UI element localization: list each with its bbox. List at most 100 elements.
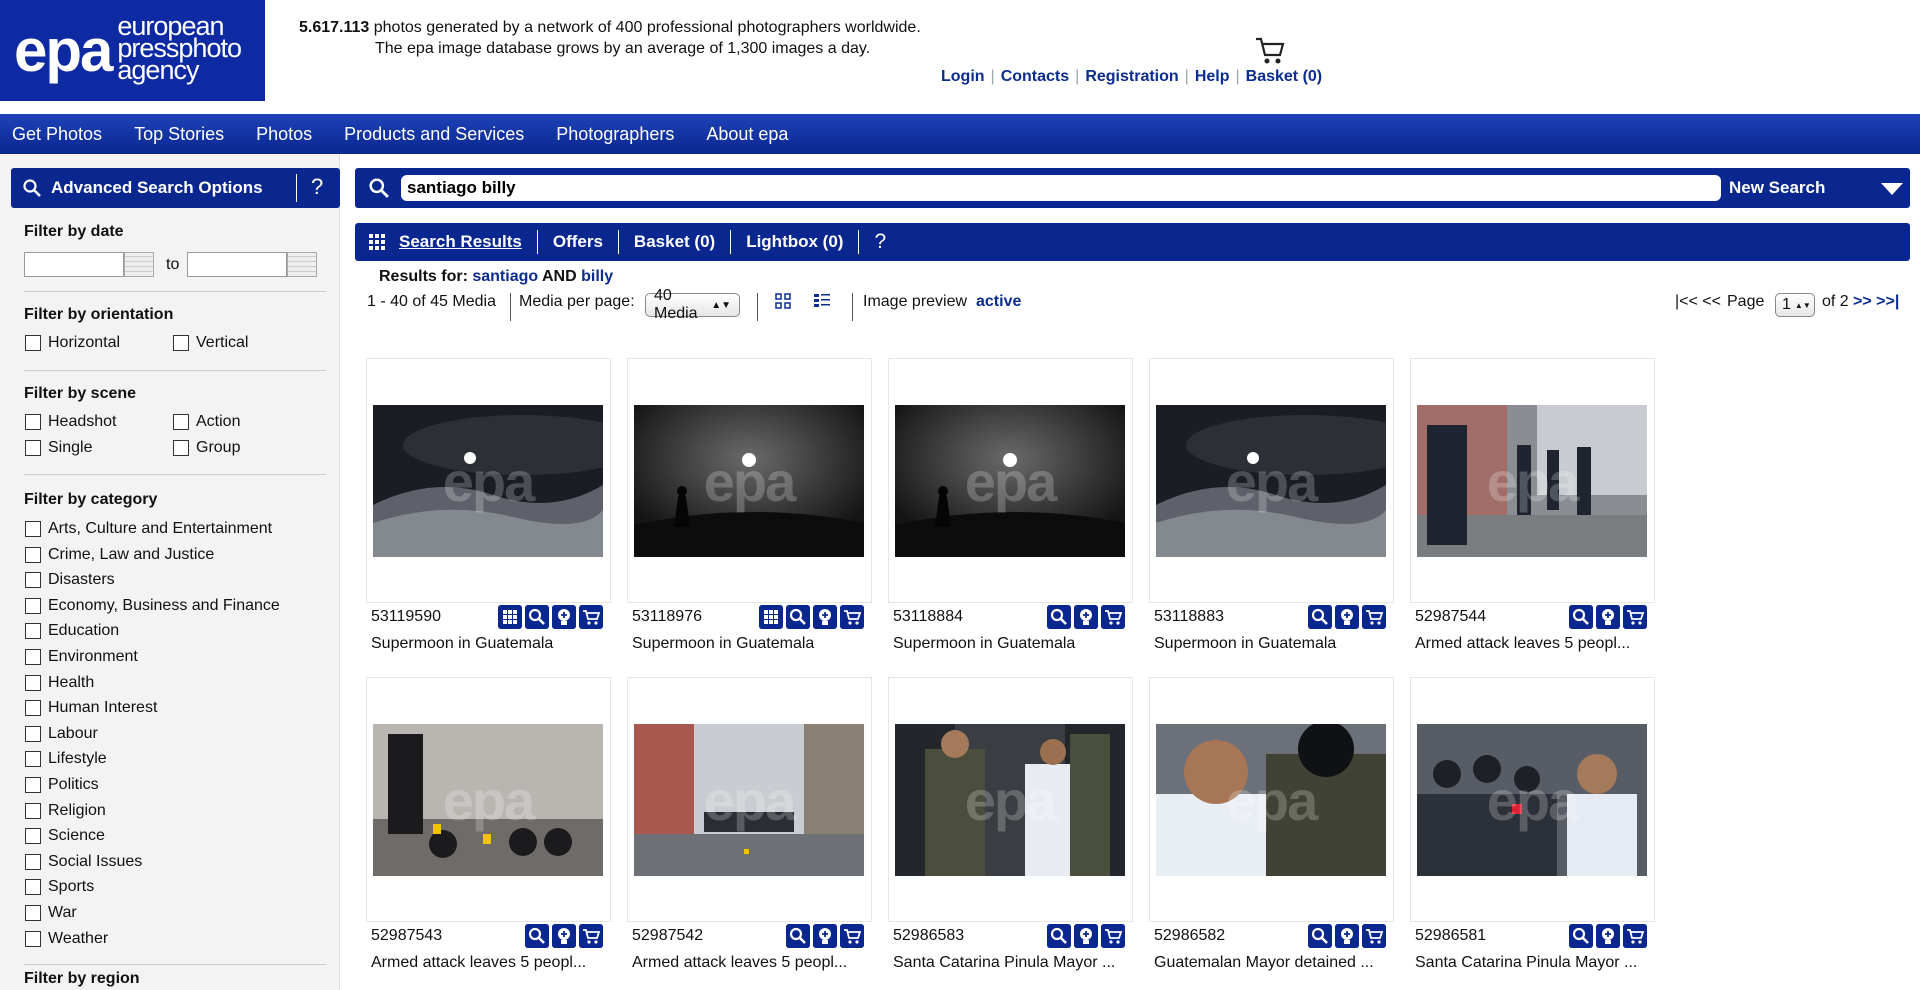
checkbox-box[interactable] xyxy=(25,879,41,896)
zoom-icon[interactable] xyxy=(786,605,810,629)
contacts-link[interactable]: Contacts xyxy=(1001,68,1069,86)
search-term[interactable]: billy xyxy=(581,268,613,285)
checkbox-group[interactable]: Group xyxy=(173,439,240,457)
checkbox-category[interactable]: Science xyxy=(25,827,105,845)
checkbox-category[interactable]: Economy, Business and Finance xyxy=(25,597,280,615)
checkbox-category[interactable]: Crime, Law and Justice xyxy=(25,546,214,564)
checkbox-box[interactable] xyxy=(25,700,41,717)
list-view-icon[interactable] xyxy=(814,293,830,309)
lightbox-icon[interactable] xyxy=(552,924,576,948)
photo-id[interactable]: 53118976 xyxy=(632,608,702,626)
lightbox-icon[interactable] xyxy=(1074,605,1098,629)
help-icon[interactable]: ? xyxy=(311,174,323,200)
checkbox-box[interactable] xyxy=(25,623,41,640)
photo-id[interactable]: 52986582 xyxy=(1154,927,1225,945)
calendar-icon[interactable] xyxy=(124,252,154,277)
checkbox-box[interactable] xyxy=(25,521,41,537)
per-page-select[interactable]: 40 Media ▲▼ xyxy=(645,287,740,322)
photo-caption[interactable]: Armed attack leaves 5 peopl... xyxy=(1415,635,1655,653)
zoom-icon[interactable] xyxy=(1308,924,1332,948)
page-first-prev[interactable]: |<< << xyxy=(1675,293,1721,311)
nav-products-services[interactable]: Products and Services xyxy=(344,124,524,145)
checkbox-box[interactable] xyxy=(25,828,41,845)
photo-card[interactable]: epa xyxy=(888,358,1133,603)
checkbox-category[interactable]: War xyxy=(25,904,77,922)
checkbox-box[interactable] xyxy=(25,853,41,870)
lightbox-icon[interactable] xyxy=(1596,605,1620,629)
photo-caption[interactable]: Guatemalan Mayor detained ... xyxy=(1154,954,1394,972)
nav-about-epa[interactable]: About epa xyxy=(706,124,788,145)
login-link[interactable]: Login xyxy=(941,68,985,86)
search-input[interactable] xyxy=(401,175,1721,201)
photo-id[interactable]: 53119590 xyxy=(371,608,441,626)
checkbox-box[interactable] xyxy=(25,649,41,665)
photo-card[interactable]: epa xyxy=(627,677,872,922)
zoom-icon[interactable] xyxy=(786,924,810,948)
zoom-icon[interactable] xyxy=(525,924,549,948)
checkbox-category[interactable]: Labour xyxy=(25,725,98,743)
checkbox-box[interactable] xyxy=(25,335,41,351)
tab-offers[interactable]: Offers xyxy=(536,230,618,254)
grid-icon[interactable] xyxy=(498,605,522,629)
add-to-cart-icon[interactable] xyxy=(579,605,603,629)
page-select[interactable]: 1 ▲▼ xyxy=(1775,293,1815,317)
lightbox-icon[interactable] xyxy=(1335,605,1359,629)
checkbox-vertical[interactable]: Vertical xyxy=(173,334,248,352)
photo-card[interactable]: epa xyxy=(366,677,611,922)
nav-photos[interactable]: Photos xyxy=(256,124,312,145)
photo-id[interactable]: 53118883 xyxy=(1154,608,1224,626)
checkbox-box[interactable] xyxy=(25,905,41,921)
checkbox-box[interactable] xyxy=(173,440,189,456)
tab-basket[interactable]: Basket (0) xyxy=(617,230,730,254)
checkbox-single[interactable]: Single xyxy=(25,439,92,457)
photo-caption[interactable]: Armed attack leaves 5 peopl... xyxy=(632,954,872,972)
checkbox-category[interactable]: Sports xyxy=(25,878,94,896)
add-to-cart-icon[interactable] xyxy=(1362,924,1386,948)
checkbox-box[interactable] xyxy=(25,674,41,691)
add-to-cart-icon[interactable] xyxy=(1623,605,1647,629)
photo-card[interactable]: epa xyxy=(1410,677,1655,922)
checkbox-category[interactable]: Lifestyle xyxy=(25,750,107,768)
lightbox-icon[interactable] xyxy=(1074,924,1098,948)
checkbox-box[interactable] xyxy=(25,546,41,563)
checkbox-category[interactable]: Health xyxy=(25,674,94,692)
checkbox-category[interactable]: Weather xyxy=(25,930,108,948)
checkbox-box[interactable] xyxy=(25,725,41,742)
tab-search-results[interactable]: Search Results xyxy=(399,230,537,254)
checkbox-category[interactable]: Education xyxy=(25,622,119,640)
photo-thumbnail[interactable]: epa xyxy=(1156,724,1386,876)
checkbox-box[interactable] xyxy=(25,777,41,793)
checkbox-box[interactable] xyxy=(25,597,41,614)
photo-card[interactable]: epa xyxy=(1149,677,1394,922)
search-icon[interactable] xyxy=(369,178,389,198)
nav-get-photos[interactable]: Get Photos xyxy=(12,124,102,145)
photo-id[interactable]: 52987543 xyxy=(371,927,442,945)
add-to-cart-icon[interactable] xyxy=(1362,605,1386,629)
photo-id[interactable]: 53118884 xyxy=(893,608,963,626)
photo-id[interactable]: 52986581 xyxy=(1415,927,1486,945)
photo-caption[interactable]: Santa Catarina Pinula Mayor ... xyxy=(893,954,1133,972)
checkbox-box[interactable] xyxy=(25,930,41,947)
photo-thumbnail[interactable]: epa xyxy=(634,405,864,557)
checkbox-box[interactable] xyxy=(173,414,189,430)
photo-caption[interactable]: Armed attack leaves 5 peopl... xyxy=(371,954,611,972)
checkbox-box[interactable] xyxy=(25,751,41,768)
checkbox-category[interactable]: Human Interest xyxy=(25,699,157,717)
lightbox-icon[interactable] xyxy=(1335,924,1359,948)
photo-caption[interactable]: Supermoon in Guatemala xyxy=(371,635,611,653)
page-next-last[interactable]: >> >>| xyxy=(1853,293,1899,311)
date-from-input[interactable] xyxy=(24,252,124,277)
photo-thumbnail[interactable]: epa xyxy=(373,724,603,876)
checkbox-action[interactable]: Action xyxy=(173,413,240,431)
photo-card[interactable]: epa xyxy=(627,358,872,603)
zoom-icon[interactable] xyxy=(1569,605,1593,629)
help-icon[interactable]: ? xyxy=(858,230,901,254)
checkbox-category[interactable]: Environment xyxy=(25,648,138,666)
photo-id[interactable]: 52986583 xyxy=(893,927,964,945)
add-to-cart-icon[interactable] xyxy=(1101,924,1125,948)
checkbox-box[interactable] xyxy=(25,802,41,819)
zoom-icon[interactable] xyxy=(1308,605,1332,629)
checkbox-category[interactable]: Politics xyxy=(25,776,99,794)
tab-lightbox[interactable]: Lightbox (0) xyxy=(730,230,858,254)
chevron-down-icon[interactable] xyxy=(1881,183,1903,195)
